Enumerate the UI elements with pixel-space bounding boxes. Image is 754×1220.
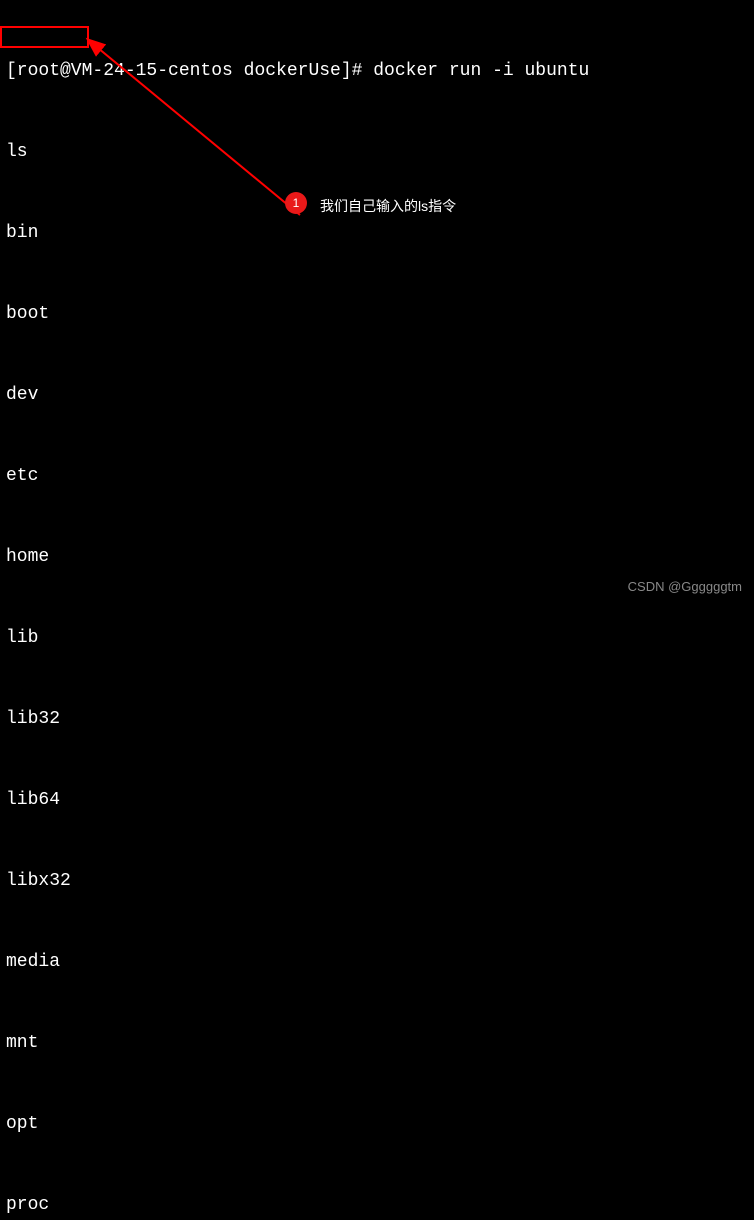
output-line: opt — [6, 1111, 748, 1138]
output-line: media — [6, 949, 748, 976]
output-line: dev — [6, 382, 748, 409]
watermark: CSDN @Ggggggtm — [628, 573, 742, 600]
output-line: home — [6, 544, 748, 571]
output-line: bin — [6, 220, 748, 247]
annotation-badge: 1 — [285, 192, 307, 214]
prompt-line: [root@VM-24-15-centos dockerUse]# docker… — [6, 58, 748, 85]
annotation-text: 我们自己输入的ls指令 — [320, 193, 456, 220]
input-command-line: ls — [6, 139, 748, 166]
output-line: lib64 — [6, 787, 748, 814]
output-line: proc — [6, 1192, 748, 1219]
output-line: boot — [6, 301, 748, 328]
output-line: lib — [6, 625, 748, 652]
output-line: etc — [6, 463, 748, 490]
terminal-area[interactable]: [root@VM-24-15-centos dockerUse]# docker… — [0, 0, 754, 1220]
output-line: libx32 — [6, 868, 748, 895]
output-line: lib32 — [6, 706, 748, 733]
output-line: mnt — [6, 1030, 748, 1057]
